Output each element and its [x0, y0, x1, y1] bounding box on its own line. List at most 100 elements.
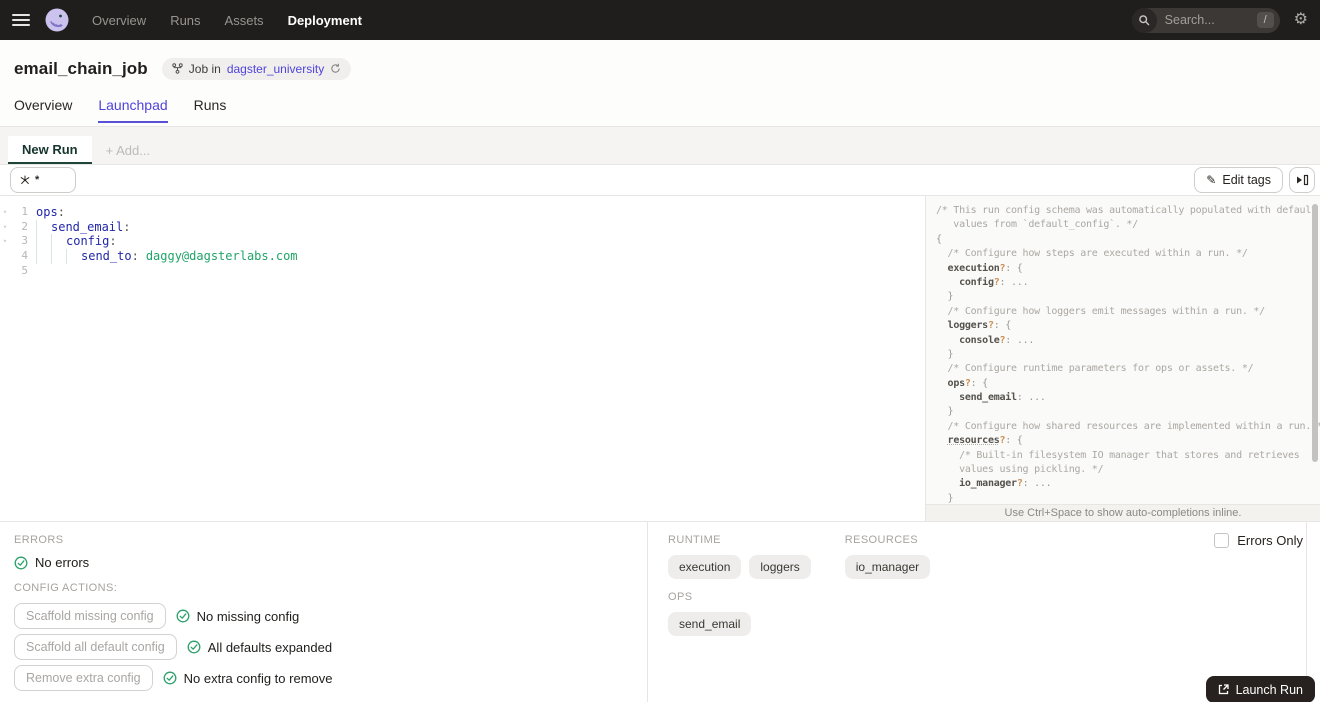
- job-header: email_chain_job Job in dagster_universit…: [0, 40, 1320, 97]
- check-circle-icon: [14, 556, 28, 569]
- launch-icon: [1218, 684, 1229, 695]
- errors-only-checkbox[interactable]: [1214, 533, 1230, 548]
- schema-scrollbar[interactable]: [1312, 204, 1318, 462]
- refresh-icon[interactable]: [330, 63, 341, 74]
- repo-link[interactable]: dagster_university: [227, 62, 324, 76]
- errors-only-toggle[interactable]: Errors Only: [1214, 533, 1303, 548]
- yaml-key: ops: [36, 205, 58, 219]
- pencil-icon: ✎: [1206, 173, 1217, 187]
- tab-overview[interactable]: Overview: [14, 97, 72, 123]
- status-text: All defaults expanded: [207, 639, 333, 655]
- ops-tags: send_email: [668, 612, 1320, 636]
- config-action-row: Remove extra config No extra config to re…: [14, 665, 633, 691]
- schema-line: config?: ...: [959, 276, 1029, 288]
- indent-guide: [66, 249, 81, 264]
- primary-nav: Overview Runs Assets Deployment: [92, 13, 362, 28]
- schema-line: /* Configure runtime parameters for ops …: [936, 363, 1254, 375]
- resources-label: RESOURCES: [844, 534, 919, 546]
- config-action-status: No extra config to remove: [163, 671, 333, 686]
- tag-loggers[interactable]: loggers: [749, 555, 811, 579]
- editor-line: ▾ 3 config:: [0, 234, 925, 250]
- hamburger-menu-icon[interactable]: [12, 14, 30, 26]
- launchpad-main: ▾ 1 ops: ▾ 2 send_email: ▾ 3 config: 4 send_to: dag…: [0, 196, 1320, 521]
- edit-tags-button[interactable]: ✎ Edit tags: [1194, 167, 1283, 193]
- runtime-label: RUNTIME: [668, 534, 721, 546]
- launch-run-label: Launch Run: [1235, 682, 1303, 697]
- toolbar-right: ✎ Edit tags: [1194, 167, 1315, 193]
- config-actions-label: CONFIG ACTIONS:: [14, 582, 118, 594]
- op-selector-input[interactable]: *: [10, 167, 76, 193]
- schema-line: send_email: ...: [959, 392, 1046, 404]
- yaml-colon: :: [109, 234, 117, 249]
- autocomplete-hint: Use Ctrl+Space to show auto-completions …: [926, 504, 1320, 521]
- schema-line: }: [936, 291, 954, 303]
- schema-line: }: [936, 406, 954, 418]
- schema-line: /* Configure how loggers emit messages w…: [936, 305, 1266, 317]
- schema-line: values using pickling. */: [936, 464, 1104, 476]
- schema-line: /* Configure how shared resources are im…: [936, 420, 1320, 432]
- bottom-left: ERRORS No errors CONFIG ACTIONS: Scaffol…: [0, 522, 648, 702]
- search-icon: [1131, 7, 1157, 33]
- yaml-key: send_email: [51, 219, 124, 234]
- editor-line: ▾ 2 send_email:: [0, 219, 925, 235]
- toggle-right-panel-button[interactable]: [1289, 167, 1315, 193]
- tab-runs[interactable]: Runs: [194, 97, 227, 123]
- config-editor[interactable]: ▾ 1 ops: ▾ 2 send_email: ▾ 3 config: 4 send_to: dag…: [0, 196, 925, 521]
- errors-section-label: ERRORS: [14, 534, 64, 546]
- nav-item-deployment[interactable]: Deployment: [288, 13, 362, 28]
- launch-run-button[interactable]: Launch Run: [1205, 676, 1315, 702]
- editor-line: ▾ 1 ops:: [0, 205, 925, 220]
- bottom-panel: ERRORS No errors CONFIG ACTIONS: Scaffol…: [0, 521, 1320, 702]
- fold-marker-icon[interactable]: ▾: [0, 234, 10, 249]
- indent-guide: [36, 234, 51, 250]
- edit-tags-label: Edit tags: [1222, 173, 1271, 187]
- op-selector-value: *: [35, 174, 40, 186]
- add-run-tab-button[interactable]: + Add...: [92, 136, 164, 164]
- runtime-tags: execution loggers: [668, 555, 811, 579]
- resources-tags: io_manager: [844, 555, 931, 579]
- gear-icon[interactable]: ⚙: [1294, 12, 1308, 28]
- yaml-colon: :: [123, 219, 131, 234]
- nav-item-overview[interactable]: Overview: [92, 13, 146, 28]
- config-action-row: Scaffold all default config All defaults …: [14, 634, 633, 660]
- job-graph-icon: [172, 63, 183, 74]
- schema-line: {: [936, 233, 942, 245]
- nav-item-runs[interactable]: Runs: [170, 13, 200, 28]
- tag-execution[interactable]: execution: [668, 555, 742, 579]
- page-title: email_chain_job: [14, 58, 148, 78]
- op-selector-icon: [20, 175, 30, 185]
- scaffold-all-default-config-button[interactable]: Scaffold all default config: [14, 634, 177, 660]
- schema-lines: /* This run config schema was automatica…: [926, 196, 1320, 506]
- fold-marker-icon[interactable]: ▾: [0, 220, 10, 235]
- indent-guide: [36, 249, 51, 264]
- search-placeholder: Search...: [1164, 13, 1215, 27]
- config-action-row: Scaffold missing config No missing config: [14, 603, 633, 629]
- indent-guide: [51, 234, 66, 250]
- editor-line: 5: [0, 264, 925, 279]
- scaffold-missing-config-button[interactable]: Scaffold missing config: [14, 603, 166, 629]
- yaml-key: send_to: [81, 249, 132, 264]
- indent-guide: [51, 249, 66, 264]
- status-text: No missing config: [196, 608, 300, 624]
- indent-guide: [36, 219, 51, 235]
- line-number: 2: [21, 219, 28, 233]
- fold-marker-icon[interactable]: ▾: [0, 205, 10, 220]
- tag-io_manager[interactable]: io_manager: [844, 555, 931, 579]
- tab-launchpad[interactable]: Launchpad: [98, 97, 168, 123]
- schema-line: io_manager?: ...: [959, 478, 1052, 490]
- ops-group: OPS send_email: [668, 591, 1320, 636]
- remove-extra-config-button[interactable]: Remove extra config: [14, 665, 153, 691]
- dagster-logo[interactable]: [44, 7, 70, 33]
- nav-item-assets[interactable]: Assets: [225, 13, 264, 28]
- schema-line: loggers?: {: [947, 320, 1012, 332]
- editor-line: 4 send_to: daggy@dagsterlabs.com: [0, 249, 925, 264]
- schema-line: ops?: {: [947, 377, 989, 389]
- status-text: No extra config to remove: [183, 670, 333, 686]
- errors-only-label: Errors Only: [1237, 533, 1303, 548]
- job-badge-prefix: Job in: [188, 61, 221, 76]
- yaml-key: config: [66, 234, 110, 249]
- search-input[interactable]: Search... /: [1131, 7, 1280, 33]
- yaml-colon: :: [131, 249, 139, 264]
- run-tab-new-run[interactable]: New Run: [8, 136, 92, 164]
- tag-send_email[interactable]: send_email: [668, 612, 752, 636]
